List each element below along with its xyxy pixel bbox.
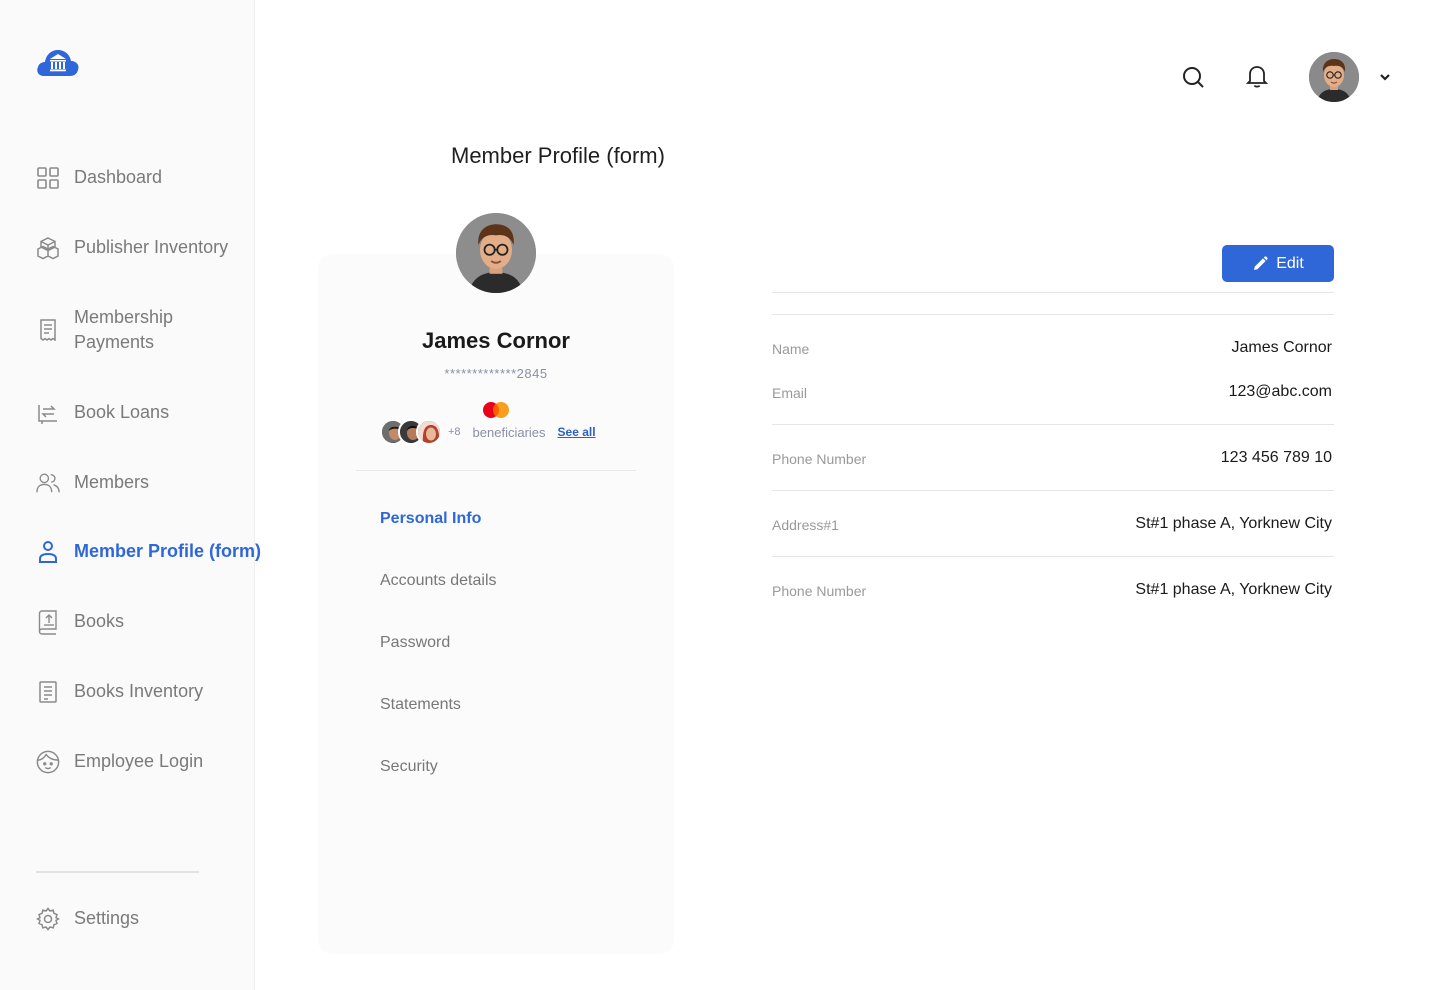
- employee-face-icon: [36, 750, 60, 774]
- sidebar-item-member-profile[interactable]: Member Profile (form): [36, 539, 261, 564]
- receipt-icon: [36, 318, 60, 342]
- field-label-address: Address#1: [772, 517, 839, 533]
- profile-card: [318, 254, 674, 954]
- field-label-phone-2: Phone Number: [772, 583, 867, 599]
- sidebar-item-books-inventory[interactable]: Books Inventory: [36, 679, 203, 704]
- sidebar-item-label: Book Loans: [74, 402, 170, 422]
- sidebar-item-members[interactable]: Members: [36, 470, 149, 495]
- sidebar-item-membership-payments[interactable]: Membership Payments: [36, 305, 204, 355]
- beneficiaries-label: beneficiaries: [472, 424, 546, 440]
- sidebar-item-label: Books Inventory: [74, 681, 204, 701]
- tab-accounts-details[interactable]: Accounts details: [380, 572, 497, 590]
- sidebar-item-label: Books: [74, 611, 125, 631]
- sidebar-item-label: Dashboard: [74, 167, 163, 187]
- field-value-phone-2: St#1 phase A, Yorknew City: [1135, 581, 1332, 598]
- user-icon: [36, 540, 60, 564]
- beneficiary-avatar: [416, 419, 442, 445]
- field-value-email: 123@abc.com: [1228, 383, 1332, 400]
- card-divider: [356, 470, 636, 471]
- divider: [772, 292, 1334, 293]
- sidebar-item-settings[interactable]: Settings: [36, 906, 139, 931]
- tab-security[interactable]: Security: [380, 758, 438, 776]
- document-list-icon: [36, 680, 60, 704]
- gear-icon: [36, 906, 60, 931]
- tab-personal-info[interactable]: Personal Info: [380, 510, 481, 528]
- search-icon[interactable]: [1180, 64, 1206, 90]
- bell-icon[interactable]: [1244, 63, 1270, 89]
- boxes-icon: [36, 236, 60, 260]
- book-icon: [36, 609, 60, 635]
- beneficiaries-more-count: +8: [448, 426, 461, 438]
- sidebar-item-label: Members: [74, 472, 150, 492]
- profile-name: James Cornor: [422, 328, 570, 353]
- tab-password[interactable]: Password: [380, 634, 450, 652]
- bank-cloud-logo-icon[interactable]: [36, 46, 80, 78]
- sidebar-item-dashboard[interactable]: Dashboard: [36, 165, 162, 190]
- sidebar-item-books[interactable]: Books: [36, 609, 125, 635]
- field-label-phone: Phone Number: [772, 451, 867, 467]
- divider: [772, 424, 1334, 425]
- loan-transfer-icon: [36, 401, 60, 425]
- divider: [772, 556, 1334, 557]
- sidebar: Dashboard Publisher Inventory Membership…: [0, 0, 261, 990]
- masked-card-number: *************2845: [444, 366, 548, 381]
- sidebar-item-label: Membership Payments: [74, 307, 174, 352]
- beneficiaries-row: +8 beneficiaries See all: [380, 418, 596, 446]
- divider: [772, 490, 1334, 491]
- sidebar-item-label: Employee Login: [74, 751, 204, 771]
- settings-label: Settings: [74, 908, 140, 928]
- field-label-email: Email: [772, 385, 808, 401]
- sidebar-item-label: Member Profile (form): [74, 541, 262, 561]
- field-value-address: St#1 phase A, Yorknew City: [1135, 515, 1332, 532]
- users-icon: [36, 471, 60, 495]
- mastercard-icon: [483, 402, 509, 418]
- edit-button-label: Edit: [1276, 254, 1304, 272]
- field-label-name: Name: [772, 341, 810, 357]
- chevron-down-icon[interactable]: [1378, 70, 1392, 84]
- profile-avatar: [456, 213, 536, 293]
- sidebar-item-book-loans[interactable]: Book Loans: [36, 400, 169, 425]
- see-all-link[interactable]: See all: [558, 425, 596, 439]
- tab-statements[interactable]: Statements: [380, 696, 461, 714]
- grid-icon: [36, 166, 60, 190]
- edit-button[interactable]: Edit: [1222, 245, 1334, 282]
- divider: [772, 314, 1334, 315]
- page-title: Member Profile (form): [451, 143, 665, 168]
- user-avatar[interactable]: [1309, 52, 1359, 102]
- field-value-name: James Cornor: [1231, 339, 1332, 356]
- sidebar-divider: [36, 871, 199, 873]
- sidebar-item-employee-login[interactable]: Employee Login: [36, 749, 203, 774]
- field-value-phone: 123 456 789 10: [1220, 449, 1332, 466]
- pencil-icon: [1254, 255, 1268, 270]
- sidebar-item-label: Publisher Inventory: [74, 237, 229, 257]
- sidebar-item-publisher-inventory[interactable]: Publisher Inventory: [36, 235, 228, 260]
